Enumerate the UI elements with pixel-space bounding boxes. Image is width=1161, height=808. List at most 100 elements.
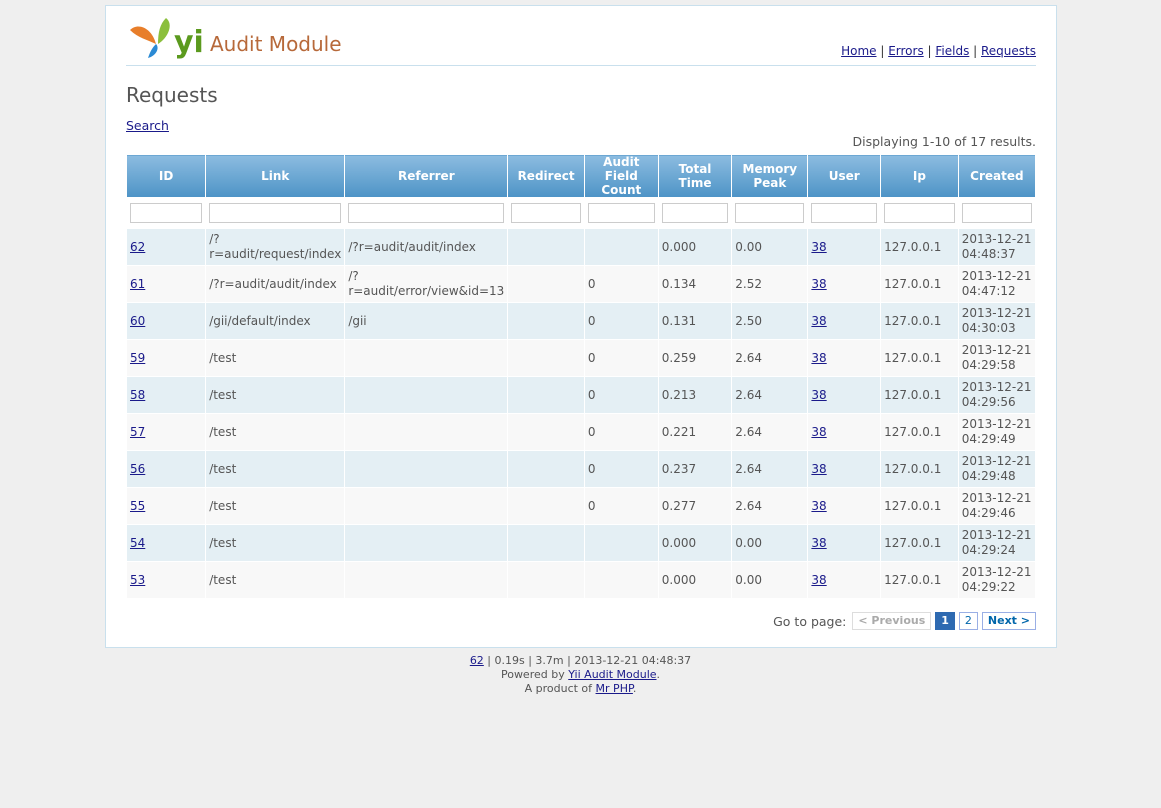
pager-page-2[interactable]: 2 <box>958 612 978 630</box>
cell-user-link[interactable]: 38 <box>811 351 826 365</box>
cell-audit-field-count: 0 <box>583 450 659 488</box>
cell-id-link[interactable]: 62 <box>130 240 145 254</box>
cell-id-link[interactable]: 54 <box>130 536 145 550</box>
cell-user-link[interactable]: 38 <box>811 499 826 513</box>
cell-created-date: 2013-12-21 <box>961 269 1032 283</box>
cell-created: 2013-12-21 04:29:24 <box>957 524 1037 562</box>
pager-next-button[interactable]: Next > <box>981 612 1036 630</box>
column-header-created[interactable]: Created <box>957 154 1037 198</box>
table-row[interactable]: 55/test 0 0.277 2.64 38 127.0.0.1 2013-12-21 04… <box>125 487 1037 525</box>
cell-total-time: 0.213 <box>657 376 733 414</box>
filter-ip-input[interactable] <box>884 203 955 223</box>
cell-id-link[interactable]: 53 <box>130 573 145 587</box>
cell-ip: 127.0.0.1 <box>880 302 959 340</box>
cell-memory-peak: 2.64 <box>731 487 809 525</box>
cell-memory-peak: 2.64 <box>731 376 809 414</box>
cell-total-time: 0.259 <box>657 339 733 377</box>
search-link[interactable]: Search <box>126 118 169 133</box>
table-row[interactable]: 62 /?r=audit/request/index/?r=audit/audit… <box>125 228 1037 266</box>
nav-errors-link[interactable]: Errors <box>888 44 924 58</box>
footer-mrphp-link[interactable]: Mr PHP <box>596 682 633 695</box>
cell-user: 38 <box>807 561 882 599</box>
table-row[interactable]: 56/test 0 0.237 2.64 38 127.0.0.1 2013-12-21 04… <box>125 450 1037 488</box>
cell-link: /test <box>205 561 346 599</box>
footer-yii-audit-link[interactable]: Yii Audit Module <box>568 668 656 681</box>
column-header-referrer[interactable]: Referrer <box>344 154 509 198</box>
filter-referrer-input[interactable] <box>348 203 505 223</box>
cell-link: /test <box>205 487 346 525</box>
pager-page-1[interactable]: 1 <box>935 612 955 630</box>
footer-powered-line: Powered by Yii Audit Module. <box>0 668 1161 682</box>
cell-redirect <box>507 376 585 414</box>
cell-id-link[interactable]: 61 <box>130 277 145 291</box>
logo[interactable]: yii Audit Module <box>126 14 346 60</box>
cell-id-link[interactable]: 56 <box>130 462 145 476</box>
cell-total-time: 0.000 <box>657 524 733 562</box>
table-row[interactable]: 58/test 0 0.213 2.64 38 127.0.0.1 2013-12-21 04… <box>125 376 1037 414</box>
cell-total-time: 0.131 <box>657 302 733 340</box>
cell-memory-peak: 0.00 <box>731 561 809 599</box>
nav-fields-link[interactable]: Fields <box>935 44 969 58</box>
filter-created-input[interactable] <box>961 203 1032 223</box>
cell-audit-field-count <box>583 524 659 562</box>
nav-requests-link[interactable]: Requests <box>981 44 1036 58</box>
cell-created-time: 04:30:03 <box>961 321 1016 335</box>
cell-user-link[interactable]: 38 <box>811 388 826 402</box>
cell-total-time: 0.277 <box>657 487 733 525</box>
column-header-audit-field-count[interactable]: Audit Field Count <box>583 154 659 198</box>
cell-link: /test <box>205 339 346 377</box>
table-row[interactable]: 60/gii/default/index/gii 0 0.131 2.50 38 127.… <box>125 302 1037 340</box>
cell-referrer: /?r=audit/audit/index <box>344 228 509 266</box>
cell-id-link[interactable]: 60 <box>130 314 145 328</box>
cell-link: /?r=audit/request/index <box>205 228 346 266</box>
table-row[interactable]: 54/test 0.000 0.00 38 127.0.0.1 2013-12-21 04:… <box>125 524 1037 562</box>
column-header-user[interactable]: User <box>807 154 882 198</box>
table-row[interactable]: 61 /?r=audit/audit/index/?r=audit/error/v… <box>125 265 1037 303</box>
cell-audit-field-count <box>583 228 659 266</box>
cell-audit-field-count: 0 <box>583 376 659 414</box>
cell-created-time: 04:29:49 <box>961 432 1016 446</box>
cell-user-link[interactable]: 38 <box>811 277 826 291</box>
cell-user-link[interactable]: 38 <box>811 462 826 476</box>
nav-home-link[interactable]: Home <box>841 44 876 58</box>
cell-created: 2013-12-21 04:29:48 <box>957 450 1037 488</box>
cell-user-link[interactable]: 38 <box>811 536 826 550</box>
cell-created-time: 04:29:22 <box>961 580 1016 594</box>
filter-audit-field-count-input[interactable] <box>587 203 655 223</box>
footer-request-link[interactable]: 62 <box>470 654 484 667</box>
cell-created-date: 2013-12-21 <box>961 343 1032 357</box>
filter-user-input[interactable] <box>811 203 878 223</box>
cell-id-link[interactable]: 58 <box>130 388 145 402</box>
column-header-ip[interactable]: Ip <box>880 154 959 198</box>
cell-user-link[interactable]: 38 <box>811 425 826 439</box>
cell-created: 2013-12-21 04:29:22 <box>957 561 1037 599</box>
cell-id-link[interactable]: 55 <box>130 499 145 513</box>
cell-user-link[interactable]: 38 <box>811 573 826 587</box>
footer-product-suffix: . <box>632 682 637 695</box>
table-row[interactable]: 53/test 0.000 0.00 38 127.0.0.1 2013-12-21 04:… <box>125 561 1037 599</box>
filter-memory-peak-input[interactable] <box>735 203 805 223</box>
column-header-redirect[interactable]: Redirect <box>507 154 585 198</box>
cell-user-link[interactable]: 38 <box>811 314 826 328</box>
cell-created: 2013-12-21 04:29:58 <box>957 339 1037 377</box>
cell-created-date: 2013-12-21 <box>961 380 1032 394</box>
table-row[interactable]: 57/test 0 0.221 2.64 38 127.0.0.1 2013-12-21 04… <box>125 413 1037 451</box>
footer-product-line: A product of Mr PHP. <box>0 682 1161 696</box>
cell-created-time: 04:48:37 <box>961 247 1016 261</box>
column-header-link[interactable]: Link <box>205 154 346 198</box>
pager-previous-button[interactable]: < Previous <box>852 612 932 630</box>
column-header-memory-peak[interactable]: Memory Peak <box>731 154 809 198</box>
cell-redirect <box>507 487 585 525</box>
cell-id-link[interactable]: 57 <box>130 425 145 439</box>
cell-user-link[interactable]: 38 <box>811 240 826 254</box>
filter-id-input[interactable] <box>130 203 203 223</box>
filter-total-time-input[interactable] <box>661 203 729 223</box>
cell-referrer <box>344 450 509 488</box>
filter-redirect-input[interactable] <box>511 203 581 223</box>
cell-id-link[interactable]: 59 <box>130 351 145 365</box>
table-row[interactable]: 59/test 0 0.259 2.64 38 127.0.0.1 2013-12-21 04… <box>125 339 1037 377</box>
cell-id: 61 <box>125 265 207 303</box>
column-header-total-time[interactable]: Total Time <box>657 154 733 198</box>
column-header-id[interactable]: ID <box>125 154 207 198</box>
filter-link-input[interactable] <box>209 203 342 223</box>
